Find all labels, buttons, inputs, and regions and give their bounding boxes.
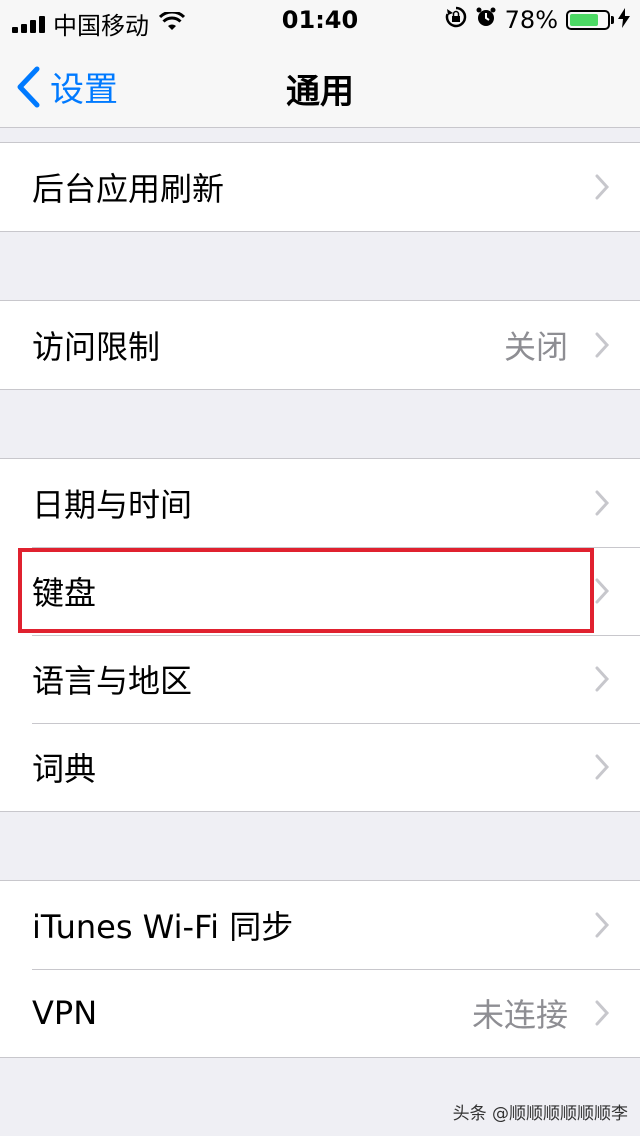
row-language-region[interactable]: 语言与地区: [0, 635, 640, 723]
chevron-right-icon: [595, 754, 610, 780]
row-label: 词典: [32, 750, 97, 788]
chevron-right-icon: [595, 912, 610, 938]
row-label: VPN: [32, 994, 98, 1032]
row-label: 日期与时间: [32, 486, 193, 524]
row-vpn[interactable]: VPN 未连接: [0, 969, 640, 1057]
settings-group-datetime-keyboard: 日期与时间 键盘 语言与地区 词典: [0, 458, 640, 812]
row-date-time[interactable]: 日期与时间: [0, 459, 640, 547]
battery-icon: [566, 10, 614, 30]
battery-percent: 78%: [504, 6, 558, 34]
highlight-box: [18, 548, 594, 633]
row-dictionary[interactable]: 词典: [0, 723, 640, 811]
alarm-icon: [475, 6, 497, 34]
row-value: 未连接: [471, 996, 568, 1034]
row-label: 语言与地区: [32, 662, 193, 700]
settings-group-sync-vpn: iTunes Wi-Fi 同步 VPN 未连接: [0, 880, 640, 1058]
status-right: 78%: [445, 6, 630, 34]
chevron-right-icon: [595, 666, 610, 692]
page-title: 通用: [286, 72, 354, 112]
chevron-right-icon: [595, 174, 610, 200]
chevron-right-icon: [595, 490, 610, 516]
chevron-right-icon: [595, 332, 610, 358]
status-bar: 中国移动 01:40 78%: [0, 0, 640, 40]
chevron-right-icon: [595, 578, 610, 604]
rotation-lock-icon: [445, 6, 467, 34]
row-label: 访问限制: [32, 328, 161, 366]
settings-group-restrictions: 访问限制 关闭: [0, 300, 640, 390]
settings-group-background: 后台应用刷新: [0, 142, 640, 232]
navigation-bar: 设置 通用: [0, 40, 640, 128]
row-itunes-wifi-sync[interactable]: iTunes Wi-Fi 同步: [0, 881, 640, 969]
row-label: 后台应用刷新: [32, 170, 225, 208]
row-label: iTunes Wi-Fi 同步: [32, 908, 294, 946]
row-restrictions[interactable]: 访问限制 关闭: [0, 301, 640, 389]
watermark: 头条 @顺顺顺顺顺顺李: [452, 1104, 628, 1124]
row-background-refresh[interactable]: 后台应用刷新: [0, 143, 640, 231]
row-value: 关闭: [503, 328, 568, 366]
chevron-right-icon: [595, 1000, 610, 1026]
charging-icon: [618, 6, 630, 34]
